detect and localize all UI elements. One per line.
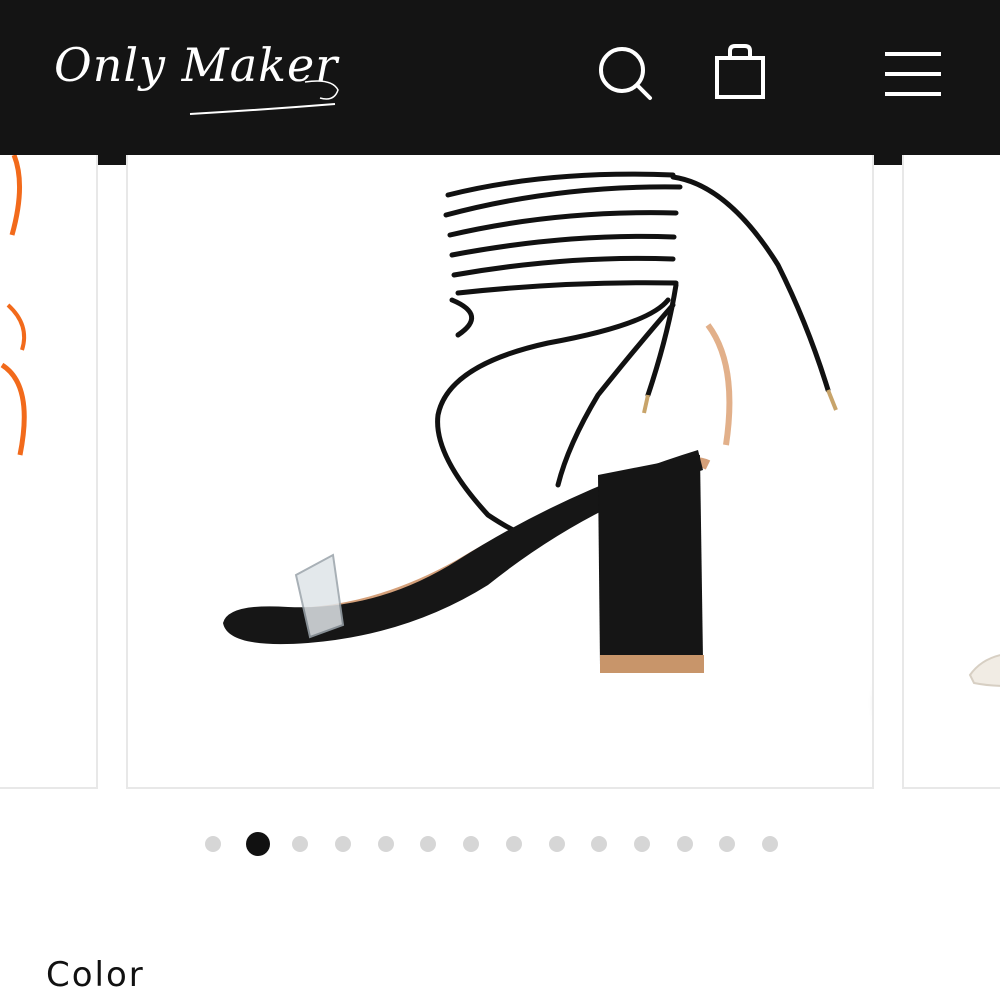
hamburger-menu-icon [885, 52, 941, 96]
black-lace-up-sandal-image [223, 171, 838, 673]
carousel-dot[interactable] [292, 836, 309, 852]
color-option-label: Color [46, 955, 145, 995]
carousel-dot[interactable] [420, 836, 437, 852]
carousel-dot[interactable] [245, 832, 270, 856]
orange-sandal-image [0, 155, 27, 456]
search-button[interactable] [590, 38, 662, 110]
search-icon [599, 47, 652, 100]
logo-needle-thread [189, 80, 339, 115]
carousel-dot[interactable] [463, 836, 480, 852]
carousel-dot[interactable] [377, 836, 394, 852]
cart-button[interactable] [704, 38, 776, 110]
carousel-dot[interactable] [676, 836, 693, 852]
product-image-carousel[interactable] [0, 155, 1000, 791]
site-header: Only Maker [0, 0, 1000, 165]
carousel-dot[interactable] [205, 836, 221, 852]
active-slide[interactable] [126, 155, 874, 789]
carousel-dot[interactable] [335, 836, 352, 852]
carousel-pagination [205, 830, 805, 858]
carousel-dot[interactable] [719, 836, 736, 852]
carousel-dot[interactable] [633, 836, 650, 852]
menu-button[interactable] [877, 38, 949, 110]
carousel-dot[interactable] [505, 836, 522, 852]
brand-logo[interactable]: Only Maker [50, 20, 350, 130]
carousel-dot[interactable] [591, 836, 608, 852]
carousel-dot[interactable] [761, 836, 778, 852]
white-sandal-image [968, 654, 1000, 687]
shopping-bag-icon [715, 44, 765, 99]
carousel-dot[interactable] [548, 836, 565, 852]
next-slide[interactable] [902, 155, 1000, 789]
product-page: Only Maker Color [0, 0, 1000, 1000]
previous-slide[interactable] [0, 155, 98, 789]
